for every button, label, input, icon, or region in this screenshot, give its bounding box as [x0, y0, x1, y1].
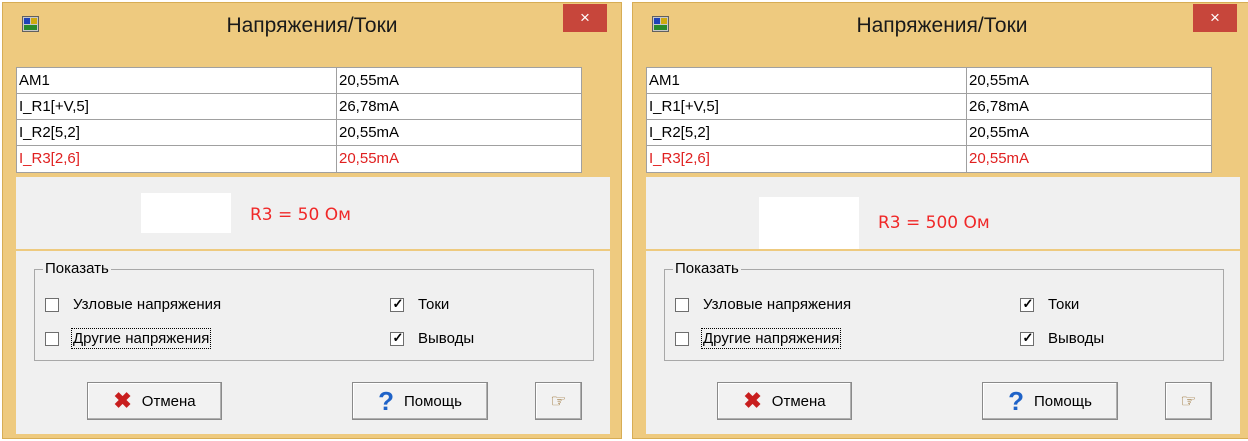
options-panel: Показать Узловые напряжения Другие напря…	[646, 251, 1240, 434]
check-icon: ✓	[1022, 329, 1034, 345]
help-button[interactable]: ? Помощь	[982, 382, 1118, 420]
dialog-voltages-currents-left: Напряжения/Токи × AM1 20,55mA I_R1[+V,5]…	[2, 2, 622, 439]
close-button[interactable]: ×	[563, 4, 607, 32]
results-table[interactable]: AM1 20,55mA I_R1[+V,5] 26,78mA I_R2[5,2]…	[646, 67, 1212, 173]
checkbox-box[interactable]: ✓	[390, 295, 404, 312]
table-row[interactable]: I_R2[5,2] 20,55mA	[647, 120, 1211, 146]
checkbox-label: Выводы	[1048, 330, 1105, 347]
terminals-checkbox[interactable]: ✓ Выводы	[1020, 330, 1104, 347]
table-row[interactable]: I_R2[5,2] 20,55mA	[17, 120, 581, 146]
row-name: I_R3[2,6]	[647, 146, 967, 172]
cancel-button[interactable]: ✖ Отмена	[87, 382, 222, 420]
row-name: I_R1[+V,5]	[17, 94, 337, 119]
checkbox-box[interactable]	[675, 297, 689, 312]
group-title: Показать	[43, 260, 111, 278]
help-button-label: Помощь	[1033, 392, 1092, 410]
checkbox-label: Выводы	[418, 330, 475, 347]
check-icon: ✓	[392, 329, 404, 345]
show-group: Показать Узловые напряжения Другие напря…	[34, 260, 594, 361]
table-row-highlighted[interactable]: I_R3[2,6] 20,55mA	[647, 146, 1211, 172]
row-name: I_R1[+V,5]	[647, 94, 967, 119]
results-table[interactable]: AM1 20,55mA I_R1[+V,5] 26,78mA I_R2[5,2]…	[16, 67, 582, 173]
check-icon: ✓	[392, 295, 404, 311]
table-row-highlighted[interactable]: I_R3[2,6] 20,55mA	[17, 146, 581, 172]
pointing-hand-icon: ☞	[1180, 390, 1197, 411]
help-button-label: Помощь	[403, 392, 462, 410]
checkbox-box[interactable]: ✓	[1020, 329, 1034, 346]
row-name: I_R2[5,2]	[647, 120, 967, 145]
row-name: I_R3[2,6]	[17, 146, 337, 172]
close-icon: ×	[1210, 8, 1220, 27]
pointer-button[interactable]: ☞	[1165, 382, 1212, 420]
node-voltages-checkbox[interactable]: Узловые напряжения	[45, 296, 221, 313]
other-voltages-checkbox[interactable]: Другие напряжения	[45, 328, 212, 349]
dialog-title: Напряжения/Токи	[226, 14, 398, 37]
row-value: 20,55mA	[339, 150, 400, 167]
row-value: 20,55mA	[969, 72, 1030, 89]
checkbox-label: Узловые напряжения	[73, 296, 222, 313]
r3-label: R3 = 500 Ом	[878, 213, 990, 233]
info-panel: R3 = 500 Ом	[646, 177, 1240, 249]
close-icon: ×	[580, 8, 590, 27]
row-value: 26,78mA	[339, 98, 400, 115]
currents-checkbox[interactable]: ✓ Токи	[1020, 296, 1079, 313]
dialog-title: Напряжения/Токи	[856, 14, 1028, 37]
pointer-button[interactable]: ☞	[535, 382, 582, 420]
table-row[interactable]: I_R1[+V,5] 26,78mA	[17, 94, 581, 120]
checkbox-label: Токи	[418, 296, 450, 313]
help-button[interactable]: ? Помощь	[352, 382, 488, 420]
dialog-voltages-currents-right: Напряжения/Токи × AM1 20,55mA I_R1[+V,5]…	[632, 2, 1248, 439]
row-value: 26,78mA	[969, 98, 1030, 115]
cancel-button-label: Отмена	[141, 392, 196, 410]
table-row[interactable]: AM1 20,55mA	[17, 68, 581, 94]
table-row[interactable]: I_R1[+V,5] 26,78mA	[647, 94, 1211, 120]
checkbox-label: Узловые напряжения	[703, 296, 852, 313]
check-icon: ✓	[1022, 295, 1034, 311]
row-name: AM1	[17, 68, 337, 93]
cancel-button-label: Отмена	[771, 392, 826, 410]
options-panel: Показать Узловые напряжения Другие напря…	[16, 251, 610, 434]
r3-label: R3 = 50 Ом	[250, 205, 351, 225]
info-panel: R3 = 50 Ом	[16, 177, 610, 249]
currents-checkbox[interactable]: ✓ Токи	[390, 296, 449, 313]
title-bar: Напряжения/Токи ×	[3, 3, 621, 45]
row-value: 20,55mA	[969, 150, 1030, 167]
help-icon: ?	[378, 385, 394, 416]
row-name: I_R2[5,2]	[17, 120, 337, 145]
help-icon: ?	[1008, 385, 1024, 416]
checkbox-box[interactable]	[45, 297, 59, 312]
cancel-icon: ✖	[113, 388, 132, 413]
show-group: Показать Узловые напряжения Другие напря…	[664, 260, 1224, 361]
row-name: AM1	[647, 68, 967, 93]
checkbox-box[interactable]: ✓	[1020, 295, 1034, 312]
node-voltages-checkbox[interactable]: Узловые напряжения	[675, 296, 851, 313]
checkbox-label: Другие напряжения	[70, 328, 212, 349]
row-value: 20,55mA	[969, 124, 1030, 141]
row-value: 20,55mA	[339, 124, 400, 141]
row-value: 20,55mA	[339, 72, 400, 89]
title-bar: Напряжения/Токи ×	[633, 3, 1248, 45]
blank-box	[141, 193, 231, 233]
table-row[interactable]: AM1 20,55mA	[647, 68, 1211, 94]
other-voltages-checkbox[interactable]: Другие напряжения	[675, 328, 842, 349]
pointing-hand-icon: ☞	[550, 390, 567, 411]
terminals-checkbox[interactable]: ✓ Выводы	[390, 330, 474, 347]
checkbox-box[interactable]	[675, 331, 689, 346]
checkbox-label: Токи	[1048, 296, 1080, 313]
group-title: Показать	[673, 260, 741, 278]
cancel-button[interactable]: ✖ Отмена	[717, 382, 852, 420]
checkbox-box[interactable]: ✓	[390, 329, 404, 346]
checkbox-box[interactable]	[45, 331, 59, 346]
checkbox-label: Другие напряжения	[700, 328, 842, 349]
blank-box	[759, 197, 859, 249]
cancel-icon: ✖	[743, 388, 762, 413]
close-button[interactable]: ×	[1193, 4, 1237, 32]
